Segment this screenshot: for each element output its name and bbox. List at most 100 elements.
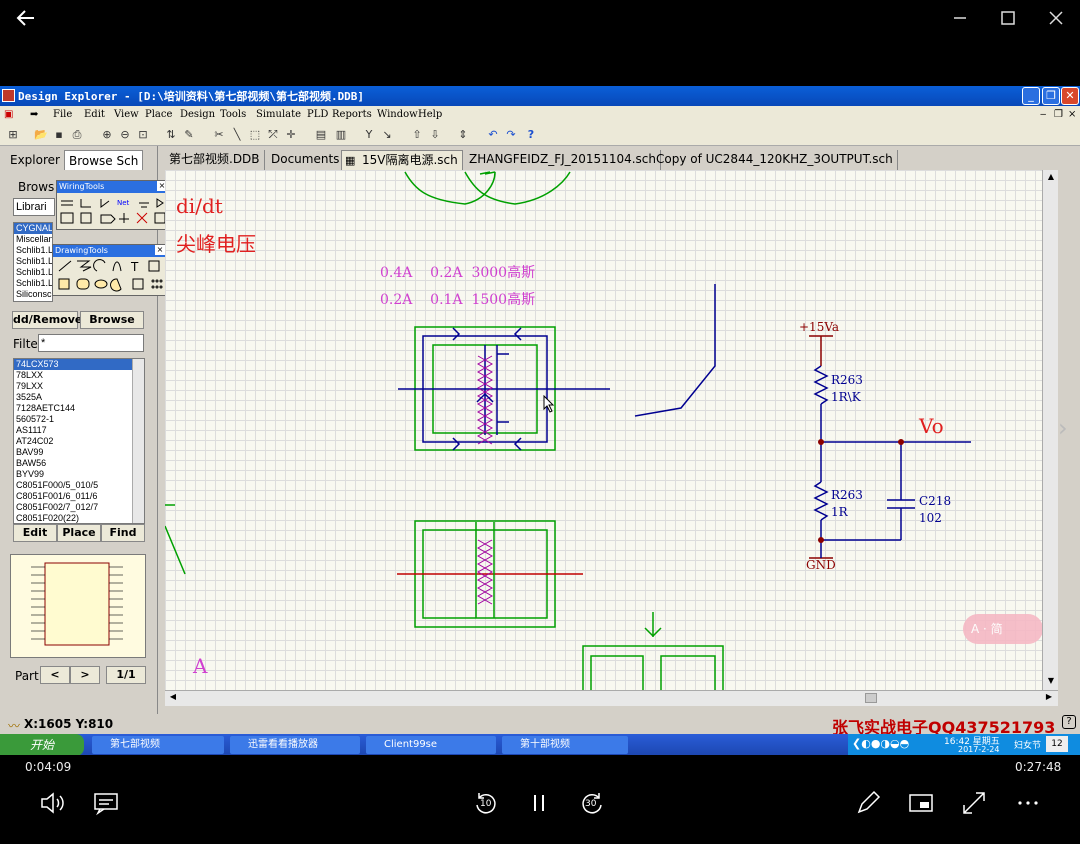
component-item[interactable]: 79LXX xyxy=(14,381,144,392)
component-item[interactable]: C8051F020(22) xyxy=(14,513,144,523)
video-frame[interactable]: Design Explorer - [D:\培训资料\第七部视频\第七部视频.D… xyxy=(0,86,1080,755)
library-select[interactable]: Librari xyxy=(13,198,55,216)
component-item[interactable]: AS1117 xyxy=(14,425,144,436)
save-icon[interactable]: ▪ xyxy=(52,128,66,142)
component-item[interactable]: 78LXX xyxy=(14,370,144,381)
browse-icon[interactable]: ▥ xyxy=(334,128,348,142)
zoom-out-icon[interactable]: ⊖ xyxy=(118,128,132,142)
volume-icon[interactable] xyxy=(38,789,66,817)
subtitles-icon[interactable] xyxy=(92,789,120,817)
app-close-button[interactable]: ✕ xyxy=(1061,87,1079,105)
find-button[interactable]: Find xyxy=(101,524,145,542)
component-item[interactable]: BAV99 xyxy=(14,447,144,458)
probe-icon[interactable]: Y xyxy=(362,128,376,142)
app-minimize-button[interactable]: _ xyxy=(1022,87,1040,105)
status-help-icon[interactable]: ? xyxy=(1062,715,1076,729)
library-item[interactable]: Schlib1.L xyxy=(14,245,52,256)
menu-edit[interactable]: Edit xyxy=(84,109,105,120)
float-badge[interactable]: A · 简 xyxy=(963,614,1042,644)
tab-uc2844[interactable]: Copy of UC2844_120KHZ_3OUTPUT.sch xyxy=(652,150,898,170)
menu-help[interactable]: Help xyxy=(418,109,442,120)
library-item[interactable]: Miscellaneous Devices.lib xyxy=(14,234,52,245)
app-restore-button[interactable]: ❐ xyxy=(1042,87,1060,105)
tray-icons[interactable]: ❮◐●◑◒◓ xyxy=(852,737,909,750)
rewind-10-icon[interactable]: 10 xyxy=(472,789,500,817)
part-next-button[interactable]: > xyxy=(70,666,100,684)
zoom-fit-icon[interactable]: ⊡ xyxy=(136,128,150,142)
start-button[interactable]: 开始 xyxy=(0,734,84,755)
taskbar-item[interactable]: 迅雷看看播放器 xyxy=(230,736,360,754)
mdi-close-icon[interactable]: × xyxy=(1068,109,1076,120)
menu-reports[interactable]: Reports xyxy=(332,109,372,120)
sheet-up-icon[interactable]: ⇧ xyxy=(410,128,424,142)
scroll-thumb[interactable] xyxy=(865,693,877,703)
menu-tools[interactable]: Tools xyxy=(220,109,246,120)
tab-ddb[interactable]: 第七部视频.DDB xyxy=(165,150,265,170)
component-item[interactable]: C8051F000/5_010/5 xyxy=(14,480,144,491)
component-item[interactable]: 74LCX573 xyxy=(14,359,144,370)
move-icon[interactable]: ✛ xyxy=(284,128,298,142)
project-tree-icon[interactable]: ⊞ xyxy=(6,128,20,142)
maximize-icon[interactable] xyxy=(996,6,1020,30)
mdi-restore-icon[interactable]: ❐ xyxy=(1054,109,1063,120)
wire-icon[interactable]: ╲ xyxy=(230,128,244,142)
horizontal-scrollbar[interactable]: ◀ ▶ xyxy=(165,690,1058,706)
component-item[interactable]: 560572-1 xyxy=(14,414,144,425)
deselect-icon[interactable]: ⤱ xyxy=(266,128,280,142)
tab-zhangfeidz[interactable]: ZHANGFEIDZ_FJ_20151104.sch xyxy=(465,150,662,170)
menu-simulate[interactable]: Simulate xyxy=(256,109,301,120)
pencil-icon[interactable]: ✎ xyxy=(182,128,196,142)
next-chevron-icon[interactable]: › xyxy=(1058,414,1068,442)
library-list[interactable]: CYGNAL Miscellaneous Devices.lib Schlib1… xyxy=(13,222,53,302)
sheet-down-icon[interactable]: ⇩ xyxy=(428,128,442,142)
drawing-tools-close-icon[interactable]: × xyxy=(155,245,165,255)
back-arrow-icon[interactable] xyxy=(14,6,38,30)
menu-place[interactable]: Place xyxy=(145,109,172,120)
scroll-right-icon[interactable]: ▶ xyxy=(1043,692,1055,704)
open-folder-icon[interactable]: 📂 xyxy=(34,128,48,142)
library-item[interactable]: CYGNAL xyxy=(14,223,52,234)
vertical-scrollbar[interactable]: ▲ ▼ xyxy=(1042,170,1058,692)
print-icon[interactable]: ⎙ xyxy=(70,128,84,142)
mdi-minimize-icon[interactable]: ‒ xyxy=(1040,109,1046,120)
library-icon[interactable]: ▤ xyxy=(314,128,328,142)
component-item[interactable]: BAW56 xyxy=(14,458,144,469)
component-list-scrollbar[interactable] xyxy=(132,359,144,523)
tab-browse-sch[interactable]: Browse Sch xyxy=(64,150,144,170)
library-item[interactable]: Schlib1.L xyxy=(14,278,52,289)
fullscreen-icon[interactable] xyxy=(960,789,988,817)
drawing-tools-palette[interactable]: DrawingTools × T xyxy=(52,244,168,296)
scroll-down-icon[interactable]: ▼ xyxy=(1045,676,1057,688)
menu-pld[interactable]: PLD xyxy=(307,109,328,120)
browse-button[interactable]: Browse xyxy=(80,311,144,329)
close-icon[interactable] xyxy=(1044,6,1068,30)
library-item[interactable]: Schlib1.L xyxy=(14,256,52,267)
component-item[interactable]: 3525A xyxy=(14,392,144,403)
more-options-icon[interactable] xyxy=(1014,789,1042,817)
undo-icon[interactable]: ↶ xyxy=(486,128,500,142)
place-button[interactable]: Place xyxy=(57,524,101,542)
redo-icon[interactable]: ↷ xyxy=(504,128,518,142)
menu-window[interactable]: Window xyxy=(377,109,418,120)
menu-arrow-icon[interactable]: ➡ xyxy=(30,109,38,120)
filter-input[interactable]: * xyxy=(38,334,144,352)
menu-file[interactable]: File xyxy=(53,109,72,120)
component-list[interactable]: 74LCX573 78LXX 79LXX 3525A 7128AETC144 5… xyxy=(13,358,145,524)
edit-button[interactable]: Edit xyxy=(13,524,57,542)
taskbar-item[interactable]: Client99se xyxy=(366,736,496,754)
cut-icon[interactable]: ✂ xyxy=(212,128,226,142)
pen-icon[interactable] xyxy=(854,789,882,817)
cross-probe-icon[interactable]: ⇕ xyxy=(456,128,470,142)
tab-explorer[interactable]: Explorer xyxy=(6,150,64,170)
component-item[interactable]: 7128AETC144 xyxy=(14,403,144,414)
minimize-icon[interactable] xyxy=(948,6,972,30)
forward-30-icon[interactable]: 30 xyxy=(578,789,606,817)
component-item[interactable]: AT24C02 xyxy=(14,436,144,447)
help-icon[interactable]: ? xyxy=(524,128,538,142)
zoom-in-icon[interactable]: ⊕ xyxy=(100,128,114,142)
component-item[interactable]: C8051F001/6_011/6 xyxy=(14,491,144,502)
library-item[interactable]: Schlib1.L xyxy=(14,267,52,278)
scroll-left-icon[interactable]: ◀ xyxy=(167,692,179,704)
schematic-canvas[interactable]: di/dt 尖峰电压 0.4A 0.2A 3000高斯 0.2A 0.1A 15… xyxy=(165,170,1042,692)
tab-documents[interactable]: Documents xyxy=(267,150,345,170)
